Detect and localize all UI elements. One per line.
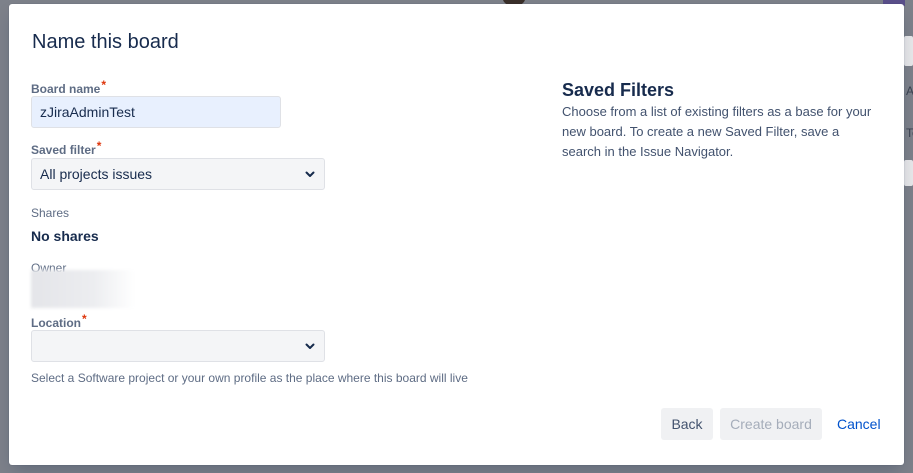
cancel-button[interactable]: Cancel: [827, 408, 881, 440]
back-button[interactable]: Back: [661, 408, 713, 440]
board-name-label-text: Board name: [31, 82, 101, 96]
dialog-title: Name this board: [32, 31, 179, 53]
chevron-down-icon: [305, 343, 315, 349]
board-name-label: Board name*: [31, 78, 106, 96]
create-board-button[interactable]: Create board: [720, 408, 822, 440]
location-label-text: Location: [31, 316, 81, 330]
location-select[interactable]: [31, 330, 325, 362]
saved-filter-label: Saved filter*: [31, 139, 101, 157]
location-label: Location*: [31, 312, 87, 330]
background-scroll-chip: [904, 36, 913, 66]
background-text-column: V A Te Te: [906, 0, 913, 473]
board-name-input[interactable]: [31, 96, 281, 128]
saved-filter-selected-value: All projects issues: [40, 166, 153, 182]
shares-label: Shares: [31, 206, 70, 220]
location-help-text: Select a Software project or your own pr…: [31, 371, 468, 385]
required-indicator: *: [96, 139, 102, 153]
required-indicator: *: [82, 312, 87, 326]
background-letter: Te: [906, 126, 913, 140]
required-indicator: *: [101, 78, 107, 92]
background-scroll-chip: [904, 160, 913, 186]
owner-avatar-redacted: [31, 270, 135, 308]
saved-filter-select[interactable]: All projects issues: [31, 158, 325, 190]
chevron-down-icon: [305, 171, 315, 177]
create-board-dialog: Name this board Board name* Saved filter…: [9, 4, 904, 465]
shares-value: No shares: [31, 228, 99, 244]
saved-filters-description: Choose from a list of existing filters a…: [562, 104, 872, 159]
saved-filter-label-text: Saved filter: [31, 143, 96, 157]
saved-filters-heading: Saved Filters: [562, 80, 675, 100]
background-letter: A: [906, 84, 913, 98]
